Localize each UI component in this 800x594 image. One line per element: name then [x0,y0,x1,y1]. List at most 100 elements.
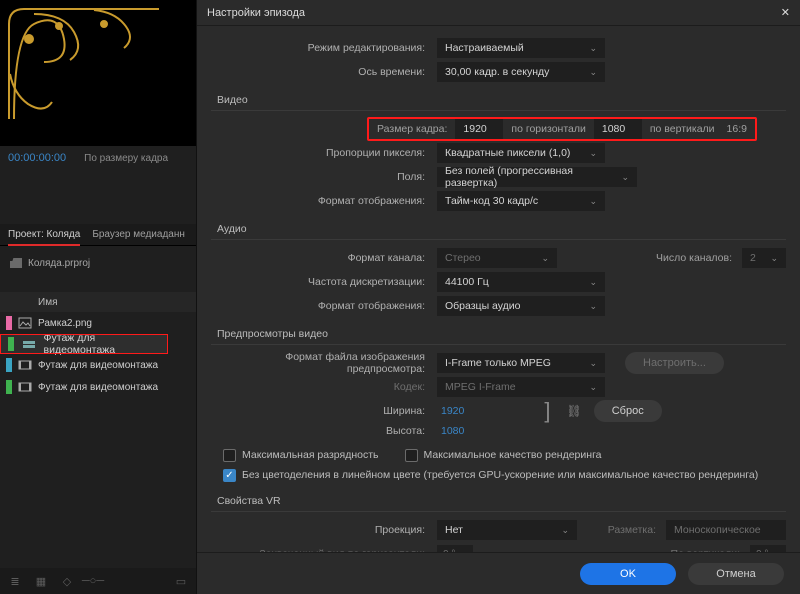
chevron-down-icon: ⌄ [589,301,597,312]
audio-display-format-select[interactable]: Образцы аудио⌄ [437,296,605,316]
close-icon[interactable]: ✕ [781,6,790,19]
panel-toolbar: ≣ ▦ ◇ ─○─ ▭ [0,568,196,594]
horizontal-label: по горизонтали [507,123,589,135]
list-item[interactable]: Футаж для видеомонтажа [0,376,196,398]
preview-format-label: Формат файла изображения предпросмотра: [211,351,431,375]
column-header-name[interactable]: Имя [0,292,196,312]
frame-width-input[interactable]: 1920 [455,119,503,139]
image-icon [18,317,32,329]
link-icon[interactable]: ⛓ [560,404,587,418]
ornament-preview [4,4,164,124]
chevron-down-icon: ⌄ [589,43,597,54]
vertical-label: по вертикали [646,123,719,135]
chevron-down-icon: ⌄ [770,253,778,264]
max-bit-checkbox[interactable] [223,449,236,462]
project-list: Имя Рамка2.png Футаж для видеомонтажа Фу… [0,292,196,564]
channel-count-select: 2⌄ [742,248,786,268]
preview-height-value[interactable]: 1080 [437,425,468,437]
linear-color-checkbox[interactable]: ✓ [223,469,236,482]
link-bracket-icon: ] [540,398,554,424]
video-icon [18,359,32,371]
preview-format-select[interactable]: I-Frame только MPEG⌄ [437,353,605,373]
timecode[interactable]: 00:00:00:00 [8,152,66,164]
pixel-aspect-label: Пропорции пикселя: [211,147,431,159]
tab-project[interactable]: Проект: Коляда [8,229,80,240]
label-swatch [6,380,12,394]
icon-view-icon[interactable]: ▦ [34,574,48,588]
label-swatch [8,337,14,351]
reset-button[interactable]: Сброс [594,400,662,422]
channel-format-label: Формат канала: [211,252,431,264]
layout-label: Разметка: [604,524,660,536]
list-view-icon[interactable]: ≣ [8,574,22,588]
ok-button[interactable]: OK [580,563,676,585]
chevron-down-icon: ⌄ [589,358,597,369]
sample-rate-select[interactable]: 44100 Гц⌄ [437,272,605,292]
frame-size-highlight: Размер кадра: 1920 по горизонтали 1080 п… [367,117,757,141]
tab-media-browser[interactable]: Браузер медиаданн [92,229,185,240]
panel-tabs: Проект: Коляда Браузер медиаданн [0,224,196,246]
project-panel: 00:00:00:00 По размеру кадра Проект: Кол… [0,0,196,594]
label-swatch [6,316,12,330]
dialog-footer: OK Отмена [197,552,800,594]
frame-size-label: Размер кадра: [373,123,451,135]
chevron-down-icon: ⌄ [589,382,597,393]
max-bit-label: Максимальная разрядность [242,449,379,461]
codec-select: MPEG I-Frame⌄ [437,377,605,397]
sample-rate-label: Частота дискретизации: [211,276,431,288]
fields-select[interactable]: Без полей (прогрессивная развертка)⌄ [437,167,637,187]
chevron-down-icon: ⌄ [589,148,597,159]
frame-height-input[interactable]: 1080 [594,119,642,139]
list-item[interactable]: Рамка2.png [0,312,196,334]
linear-color-label: Без цветоделения в линейном цвете (требу… [242,469,758,481]
width-label: Ширина: [211,405,431,417]
project-file-row: Коляда.prproj [0,252,196,274]
layout-select: Моноскопическое [666,520,786,540]
zoom-fit-label[interactable]: По размеру кадра [84,153,168,164]
pixel-aspect-select[interactable]: Квадратные пиксели (1,0)⌄ [437,143,605,163]
captured-vert-input [750,545,786,552]
display-format-label: Формат отображения: [211,195,431,207]
sequence-icon [22,338,36,350]
editing-mode-select[interactable]: Настраиваемый⌄ [437,38,605,58]
chevron-down-icon: ⌄ [589,196,597,207]
aspect-ratio-label: 16:9 [723,123,751,135]
timebase-select[interactable]: 30,00 кадр. в секунду⌄ [437,62,605,82]
cancel-button[interactable]: Отмена [688,563,784,585]
item-name: Футаж для видеомонтажа [44,332,160,356]
item-name: Футаж для видеомонтажа [38,382,158,393]
video-section-label: Видео [217,94,786,106]
editing-mode-label: Режим редактирования: [211,42,431,54]
channel-count-label: Число каналов: [652,252,736,264]
codec-label: Кодек: [211,381,431,393]
chevron-down-icon: ⌄ [541,253,549,264]
list-item[interactable]: Футаж для видеомонтажа [0,354,196,376]
height-label: Высота: [211,425,431,437]
dialog-title-bar: Настройки эпизода ✕ [197,0,800,26]
projection-select[interactable]: Нет⌄ [437,520,577,540]
preview-width-value[interactable]: 1920 [437,405,468,417]
label-swatch [6,358,12,372]
channel-format-select: Стерео⌄ [437,248,557,268]
chevron-down-icon: ⌄ [561,525,569,536]
display-format-select[interactable]: Тайм-код 30 кадр/с⌄ [437,191,605,211]
chevron-down-icon: ⌄ [589,277,597,288]
max-render-checkbox[interactable] [405,449,418,462]
bin-icon [10,258,22,268]
projection-label: Проекция: [211,524,431,536]
dialog-title: Настройки эпизода [207,7,305,19]
captured-horiz-input [437,545,473,552]
sequence-settings-dialog: Настройки эпизода ✕ Режим редактирования… [196,0,800,594]
program-monitor [0,0,196,146]
dialog-body: Режим редактирования: Настраиваемый⌄ Ось… [197,26,800,552]
item-name: Рамка2.png [38,318,92,329]
video-icon [18,381,32,393]
preview-section-label: Предпросмотры видео [217,328,786,340]
list-item-selected[interactable]: Футаж для видеомонтажа [0,334,168,354]
project-file-name: Коляда.prproj [28,258,90,269]
timebase-label: Ось времени: [211,66,431,78]
zoom-slider-icon[interactable]: ─○─ [86,574,100,588]
freeform-icon[interactable]: ◇ [60,574,74,588]
new-item-icon[interactable]: ▭ [174,574,188,588]
item-name: Футаж для видеомонтажа [38,360,158,371]
